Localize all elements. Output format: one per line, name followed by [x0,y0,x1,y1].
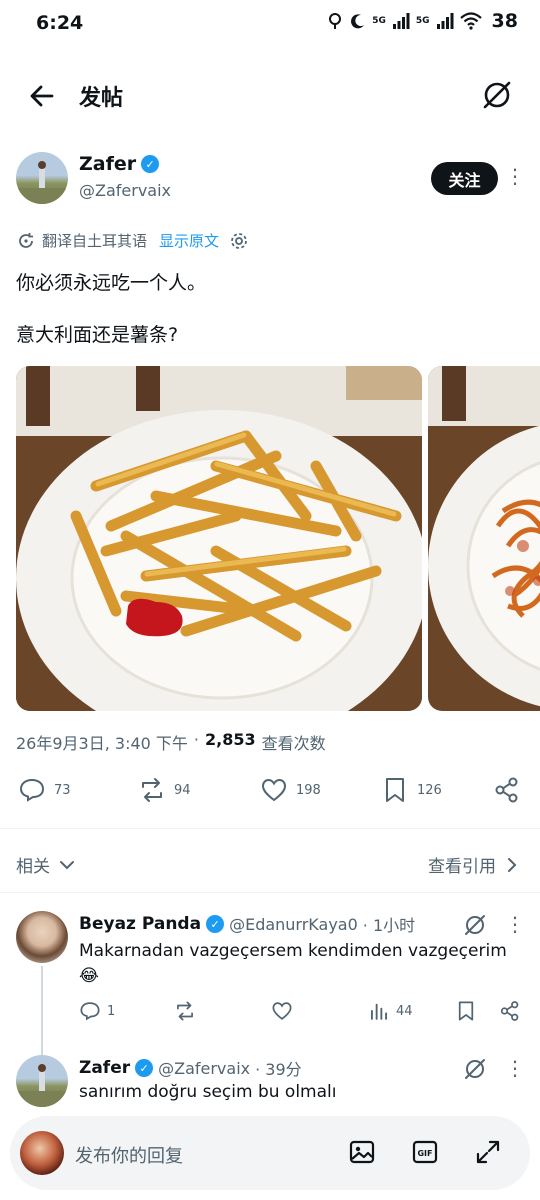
thread-line [41,966,43,1058]
moon-icon [351,14,365,29]
reply-author-name[interactable]: Zafer [79,1058,130,1078]
author-handle[interactable]: @Zafervaix [79,181,171,200]
arrow-left-icon[interactable] [26,80,58,112]
divider [0,828,540,829]
author-avatar[interactable] [16,152,68,204]
share-button[interactable] [499,1000,521,1022]
reply-header: Beyaz Panda ✓ @EdanurrKaya0 · 1小时 [79,912,415,936]
tweet-meta: 26年9月3日, 3:40 下午 · 2,853 查看次数 [16,730,326,754]
status-icons: 5G 5G 38 [326,10,518,32]
views-count: 2,853 [205,730,256,749]
network-label-1: 5G [372,16,386,26]
share-icon [500,1001,519,1021]
follow-button[interactable]: 关注 [431,162,498,195]
author-name-text[interactable]: Zafer [79,153,136,175]
verified-badge-icon: ✓ [206,915,225,933]
author-name[interactable]: Zafer ✓ [79,153,160,175]
reply-time: · 1小时 [362,916,416,935]
like-button[interactable] [271,1000,293,1022]
bookmark-button[interactable]: 126 [381,776,442,804]
battery-level: 38 [491,10,518,32]
reply-button[interactable]: 1 [79,1000,115,1022]
reply-time: · 39分 [255,1060,302,1079]
media-fries-image[interactable] [16,366,422,711]
wifi-icon [459,12,482,30]
reply-avatar[interactable] [16,911,68,963]
tweet-text-line-2: 意大利面还是薯条? [16,324,179,346]
reply-icon [19,778,45,802]
reply-avatar[interactable] [16,1055,68,1107]
gear-icon[interactable] [229,231,249,251]
meta-separator: · [193,730,200,749]
grok-icon[interactable] [462,1056,488,1082]
reply-author-handle[interactable]: @EdanurrKaya0 [229,915,358,934]
more-options-icon[interactable]: ⋮ [505,164,525,188]
bookmark-icon [386,778,404,802]
reply-input[interactable]: 发布你的回复 [75,1142,183,1168]
user-avatar [20,1131,64,1175]
network-label-2: 5G [415,16,430,26]
media-spaghetti-image[interactable] [428,366,540,711]
reply-count: 1 [107,1003,116,1019]
chevron-right-icon [508,857,517,872]
verified-badge-icon: ✓ [135,1059,154,1077]
more-options-icon[interactable]: ⋮ [505,1056,525,1080]
analytics-icon [370,1003,388,1020]
share-button[interactable] [493,776,521,804]
views-label: 查看次数 [261,734,326,753]
views-button[interactable]: 44 [368,1000,413,1022]
tweet-date: 26年9月3日, 3:40 下午 [16,734,188,753]
views-count: 44 [396,1003,413,1019]
retweet-icon [177,1001,193,1021]
reply-button[interactable]: 73 [18,776,71,804]
bookmark-count: 126 [417,782,442,798]
bookmark-icon [458,1001,474,1021]
expand-icon[interactable] [474,1138,502,1166]
more-options-icon[interactable]: ⋮ [505,912,525,936]
retweet-icon [142,778,162,802]
reply-text: Makarnadan vazgeçersem kendimden vazgeçe… [79,941,507,986]
svg-text:GIF: GIF [417,1149,432,1158]
heart-icon [261,778,287,802]
view-quotes-label: 查看引用 [428,857,496,877]
retweet-button[interactable]: 94 [138,776,191,804]
translation-row: 翻译自土耳其语 显示原文 [16,230,249,251]
heart-icon [272,1002,292,1020]
gif-icon[interactable]: GIF [411,1138,439,1166]
image-icon[interactable] [348,1138,376,1166]
translated-from-label: 翻译自土耳其语 [42,232,148,250]
retweet-button[interactable] [174,1000,196,1022]
reply-author-name[interactable]: Beyaz Panda [79,914,201,934]
page-title: 发帖 [79,86,124,111]
status-time: 6:24 [36,12,84,34]
signal-icon [436,13,454,29]
like-count: 198 [296,782,321,798]
reply-header: Zafer ✓ @Zafervaix · 39分 [79,1056,302,1080]
chevron-down-icon [60,860,74,869]
related-dropdown[interactable]: 相关 [16,852,76,877]
show-original-link[interactable]: 显示原文 [159,230,219,251]
verified-badge-icon: ✓ [141,155,160,173]
related-label: 相关 [16,857,50,877]
divider [0,892,540,893]
reply-icon [80,1002,100,1021]
like-button[interactable]: 198 [260,776,321,804]
tweet-text-line-1: 你必须永远吃一个人。 [16,272,207,294]
retweet-count: 94 [174,782,191,798]
view-quotes-link[interactable]: 查看引用 [428,852,520,877]
reply-count: 73 [54,782,71,798]
translate-icon [19,232,33,248]
grok-icon[interactable] [462,912,488,938]
vpn-icon [329,13,342,29]
grok-icon[interactable] [480,78,514,112]
reply-author-handle[interactable]: @Zafervaix [158,1059,250,1078]
bookmark-button[interactable] [455,1000,477,1022]
reply-text: sanırım doğru seçim bu olmalı [79,1082,337,1102]
signal-icon [392,13,410,29]
share-icon [495,777,518,803]
